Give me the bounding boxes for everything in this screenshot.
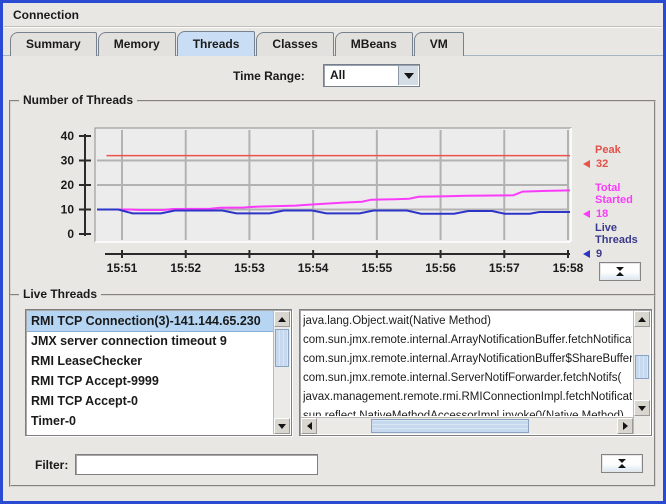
scroll-right-button[interactable] <box>617 418 633 434</box>
chart-title: Number of Threads <box>19 93 138 107</box>
arrow-up-icon <box>278 316 286 322</box>
stack-vscrollbar[interactable] <box>633 311 650 434</box>
svg-text:30: 30 <box>61 154 75 168</box>
scrollbar-thumb[interactable] <box>275 329 289 367</box>
chart-legend: Peak 32 Total Started 18 Live Threads 9 <box>583 130 655 260</box>
arrow-down-icon <box>278 423 286 429</box>
svg-text:15:55: 15:55 <box>362 261 393 275</box>
threads-collapse-button[interactable] <box>601 454 643 473</box>
scrollbar-thumb[interactable] <box>635 355 649 379</box>
svg-text:15:58: 15:58 <box>553 261 584 275</box>
legend-total-started: Total Started 18 <box>583 182 655 220</box>
legend-label: Total Started <box>595 182 633 206</box>
tab-threads[interactable]: Threads <box>176 31 256 56</box>
legend-arrow-icon <box>583 210 590 218</box>
collapse-icon <box>618 459 626 463</box>
tab-mbeans[interactable]: MBeans <box>334 32 413 56</box>
stack-trace-line: javax.management.remote.rmi.RMIConnectio… <box>303 391 632 403</box>
thread-list-item[interactable]: RMI TCP Accept-9999 <box>27 371 273 391</box>
svg-text:15:54: 15:54 <box>298 261 329 275</box>
scrollbar-thumb[interactable] <box>371 419 529 433</box>
tab-memory[interactable]: Memory <box>97 32 176 56</box>
stack-hscrollbar[interactable] <box>301 417 633 434</box>
window-title: Connection <box>13 8 79 22</box>
jconsole-window: Connection Summary Memory Threads Classes MB… <box>0 0 666 504</box>
legend-live-threads: Live Threads 9 <box>583 222 655 260</box>
legend-value: 9 <box>596 248 603 260</box>
chevron-down-icon <box>403 72 414 79</box>
tab-bar: Summary Memory Threads Classes MBeans VM <box>3 31 663 56</box>
thread-list-vscrollbar[interactable] <box>273 311 290 434</box>
thread-list-item[interactable]: Timer-0 <box>27 411 273 431</box>
legend-arrow-icon <box>583 160 590 168</box>
chart-collapse-button[interactable] <box>599 262 641 281</box>
svg-text:15:53: 15:53 <box>234 261 265 275</box>
title-separator <box>4 26 662 28</box>
tab-vm[interactable]: VM <box>413 32 464 56</box>
arrow-up-icon <box>638 316 646 322</box>
legend-value: 18 <box>596 208 609 220</box>
stack-trace-line: com.sun.jmx.remote.internal.ServerNotifF… <box>303 372 622 384</box>
live-threads-title: Live Threads <box>19 287 102 301</box>
live-threads-groupbox: Live Threads RMI TCP Connection(3)-141.1… <box>9 287 656 487</box>
stack-trace-pane[interactable]: java.lang.Object.wait(Native Method) com.… <box>299 309 652 436</box>
time-range-value: All <box>330 68 346 82</box>
thread-count-chart: 0 10 20 30 40 15:51 15:52 15:53 15:54 15:55 15:56 1… <box>61 127 584 275</box>
stack-trace-line: com.sun.jmx.remote.internal.ArrayNotific… <box>303 353 632 365</box>
arrow-left-icon <box>306 422 312 430</box>
thread-chart-groupbox: Number of Threads 0 10 20 30 40 15:51 15:52 15:… <box>9 93 656 296</box>
svg-text:10: 10 <box>61 203 75 217</box>
legend-label: Peak <box>595 144 621 156</box>
scroll-down-button[interactable] <box>634 400 650 416</box>
thread-list[interactable]: RMI TCP Connection(3)-141.144.65.230 JMX … <box>25 309 292 436</box>
legend-label: Live Threads <box>595 222 638 246</box>
filter-label: Filter: <box>35 458 69 472</box>
svg-text:15:52: 15:52 <box>170 261 201 275</box>
svg-text:0: 0 <box>67 227 74 241</box>
thread-items: RMI TCP Connection(3)-141.144.65.230 JMX … <box>27 311 273 434</box>
time-range-label: Time Range: <box>233 69 305 83</box>
thread-list-item[interactable]: RMI LeaseChecker <box>27 351 273 371</box>
svg-text:15:56: 15:56 <box>425 261 456 275</box>
scroll-down-button[interactable] <box>274 418 290 434</box>
stack-trace-line: sun.reflect.NativeMethodAccessorImpl.inv… <box>303 410 624 416</box>
scroll-up-button[interactable] <box>634 311 650 327</box>
legend-arrow-icon <box>583 250 590 258</box>
scroll-left-button[interactable] <box>301 418 317 434</box>
svg-text:15:51: 15:51 <box>107 261 138 275</box>
combo-dropdown-button[interactable] <box>398 66 418 85</box>
tab-classes[interactable]: Classes <box>256 32 334 56</box>
filter-input[interactable] <box>75 454 318 475</box>
legend-value: 32 <box>596 158 609 170</box>
stack-trace-lines: java.lang.Object.wait(Native Method) com.… <box>303 312 632 416</box>
svg-text:40: 40 <box>61 129 75 143</box>
tab-summary[interactable]: Summary <box>10 32 97 56</box>
arrow-right-icon <box>622 422 628 430</box>
thread-list-item[interactable]: RMI TCP Connection(3)-141.144.65.230 <box>27 311 273 332</box>
legend-peak: Peak 32 <box>583 144 655 170</box>
arrow-down-icon <box>638 405 646 411</box>
scroll-up-button[interactable] <box>274 311 290 327</box>
thread-list-item[interactable]: RMI TCP Accept-0 <box>27 391 273 411</box>
svg-text:20: 20 <box>61 178 75 192</box>
collapse-icon <box>616 267 624 271</box>
stack-trace-line: com.sun.jmx.remote.internal.ArrayNotific… <box>303 334 632 346</box>
time-range-combobox[interactable]: All <box>323 64 420 87</box>
stack-trace-line: java.lang.Object.wait(Native Method) <box>303 315 491 327</box>
svg-text:15:57: 15:57 <box>489 261 520 275</box>
thread-list-item[interactable]: JMX server connection timeout 9 <box>27 331 273 351</box>
